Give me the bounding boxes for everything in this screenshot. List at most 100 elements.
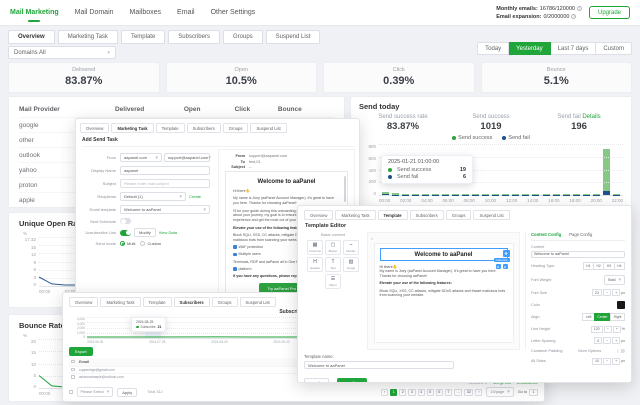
legend-item-send-fail[interactable]: Send fail xyxy=(502,135,529,141)
tab-suspend-list[interactable]: Suspend List xyxy=(473,210,509,220)
recipients-select[interactable]: Default (1)▾ xyxy=(120,192,186,201)
move-icon[interactable]: ⇵ xyxy=(503,264,508,269)
bar-15-00[interactable] xyxy=(532,194,539,195)
tab-template[interactable]: Template xyxy=(143,297,172,307)
bar-11-00[interactable] xyxy=(492,194,499,195)
radio-multi[interactable] xyxy=(120,241,125,246)
stepper-value[interactable]: 10 xyxy=(592,358,602,365)
page-item[interactable]: ... xyxy=(454,389,462,396)
bar-01-00[interactable] xyxy=(392,193,399,195)
subject-input[interactable]: Please enter mail subject xyxy=(120,179,210,188)
goto-input[interactable]: 1 xyxy=(529,389,538,396)
template-select[interactable]: Welcome to aaPanel▾ xyxy=(120,205,210,214)
content-input[interactable]: Welcome to aaPanel xyxy=(531,251,625,258)
bar-02-00[interactable] xyxy=(402,194,409,195)
plus-icon[interactable]: + xyxy=(612,337,620,344)
unsubscribe-toggle[interactable] xyxy=(120,230,131,236)
export-button[interactable]: Export xyxy=(69,347,93,356)
tab-groups[interactable]: Groups xyxy=(223,123,249,133)
bar-18-00[interactable] xyxy=(563,194,570,195)
selected-header-block[interactable]: Welcome to aaPanel ✥ Columns xyxy=(380,248,508,261)
block-image[interactable]: ▨Image xyxy=(343,257,359,272)
tab-page-config[interactable]: Page Config xyxy=(569,232,592,237)
tab-marketing-task[interactable]: Marketing Task xyxy=(100,297,140,307)
bar-23-00[interactable] xyxy=(613,194,620,195)
from-domain-select[interactable]: aapanel.com▾ xyxy=(120,153,162,162)
align-center[interactable]: Center xyxy=(594,313,611,321)
nav-item-mail-marketing[interactable]: Mail Marketing xyxy=(10,9,59,16)
bar-12-00[interactable] xyxy=(502,194,509,195)
bar-16-00[interactable] xyxy=(543,194,550,195)
block-divider[interactable]: ⎯Divider xyxy=(343,240,359,255)
checkbox-icon[interactable] xyxy=(71,360,75,364)
page-2[interactable]: 2 xyxy=(399,389,406,396)
view-data-link[interactable]: View Data xyxy=(159,230,177,235)
bar-00-00[interactable] xyxy=(382,192,389,195)
editor-canvas[interactable]: ⌂ Welcome to aaPanel ✥ Columns Hi there✋… xyxy=(367,232,520,350)
tab-groups[interactable]: Groups xyxy=(446,210,472,220)
tab-groups[interactable]: Groups xyxy=(223,30,263,44)
font-weight-select[interactable]: Bold▾ xyxy=(604,275,625,285)
scrollbar[interactable] xyxy=(344,176,346,202)
tab-overview[interactable]: Overview xyxy=(304,210,333,220)
nav-item-mailboxes[interactable]: Mailboxes xyxy=(130,9,162,16)
radio-custom[interactable] xyxy=(140,241,145,246)
color-swatch[interactable] xyxy=(617,301,625,309)
display-name-input[interactable]: aapanel xyxy=(120,166,210,175)
tab-content-config[interactable]: Content Config xyxy=(531,232,561,237)
domain-select[interactable]: Domains All ▾ xyxy=(8,46,116,59)
modify-button[interactable]: Modify xyxy=(134,228,156,237)
bar-09-00[interactable] xyxy=(472,194,479,195)
legend-item-send-success[interactable]: Send success xyxy=(452,135,492,141)
page-prev[interactable]: ‹ xyxy=(381,389,388,396)
tab-template[interactable]: Template xyxy=(156,123,185,133)
bar-07-00[interactable] xyxy=(452,194,459,195)
help-icon[interactable]: ? xyxy=(571,14,576,19)
schedule-toggle[interactable] xyxy=(120,218,131,224)
plus-icon[interactable]: + xyxy=(612,289,620,296)
tab-subscribers[interactable]: Subscribers xyxy=(174,297,210,307)
drag-handle-icon[interactable]: ✥ xyxy=(503,250,510,257)
block-columns[interactable]: ▦Columns xyxy=(307,240,323,255)
tab-overview[interactable]: Overview xyxy=(80,123,109,133)
apply-button[interactable]: Apply xyxy=(117,388,137,397)
plus-icon[interactable]: + xyxy=(612,358,620,365)
tab-marketing-task[interactable]: Marketing Task xyxy=(58,30,118,44)
upgrade-button[interactable]: Upgrade xyxy=(589,6,630,19)
page-1[interactable]: 1 xyxy=(390,389,397,396)
block-menu[interactable]: ☰Menu xyxy=(325,274,341,289)
block-text[interactable]: TText xyxy=(325,257,341,272)
page-7[interactable]: 7 xyxy=(445,389,452,396)
range-yesterday[interactable]: Yesterday xyxy=(509,42,550,55)
nav-item-email[interactable]: Email xyxy=(177,9,195,16)
bar-17-00[interactable] xyxy=(553,194,560,195)
tab-template[interactable]: Template xyxy=(378,210,408,220)
batch-select[interactable]: Please Select▾ xyxy=(77,387,114,397)
range-custom[interactable]: Custom xyxy=(596,42,632,55)
tab-marketing-task[interactable]: Marketing Task xyxy=(335,210,375,220)
page-3[interactable]: 3 xyxy=(408,389,415,396)
page-4[interactable]: 4 xyxy=(418,389,425,396)
back-button[interactable]: Back xyxy=(304,378,329,383)
details-link[interactable]: Details xyxy=(582,114,600,120)
bar-13-00[interactable] xyxy=(512,194,519,195)
per-page-select[interactable]: 10/page▾ xyxy=(486,387,513,397)
tab-marketing-task[interactable]: Marketing Task xyxy=(111,123,153,133)
tab-subscribers[interactable]: Subscribers xyxy=(410,210,444,220)
bar-21-00[interactable] xyxy=(593,194,600,195)
block-header[interactable]: HHeader xyxy=(307,257,323,272)
tab-overview[interactable]: Overview xyxy=(8,30,55,44)
device-icon[interactable]: ⌂ xyxy=(371,236,373,241)
minus-icon[interactable]: − xyxy=(604,326,612,333)
page-next[interactable]: › xyxy=(475,389,482,396)
create-link[interactable]: Create xyxy=(189,194,201,199)
nav-item-mail-domain[interactable]: Mail Domain xyxy=(75,9,114,16)
nav-item-other-settings[interactable]: Other Settings xyxy=(211,9,256,16)
more-options-toggle[interactable] xyxy=(617,349,625,354)
stepper-value[interactable]: 0 xyxy=(594,337,602,344)
tab-suspend-list[interactable]: Suspend List xyxy=(250,123,286,133)
page-5[interactable]: 5 xyxy=(427,389,434,396)
tab-suspend-list[interactable]: Suspend List xyxy=(240,297,276,307)
checkbox-icon[interactable] xyxy=(71,368,75,372)
bar-06-00[interactable] xyxy=(442,194,449,195)
